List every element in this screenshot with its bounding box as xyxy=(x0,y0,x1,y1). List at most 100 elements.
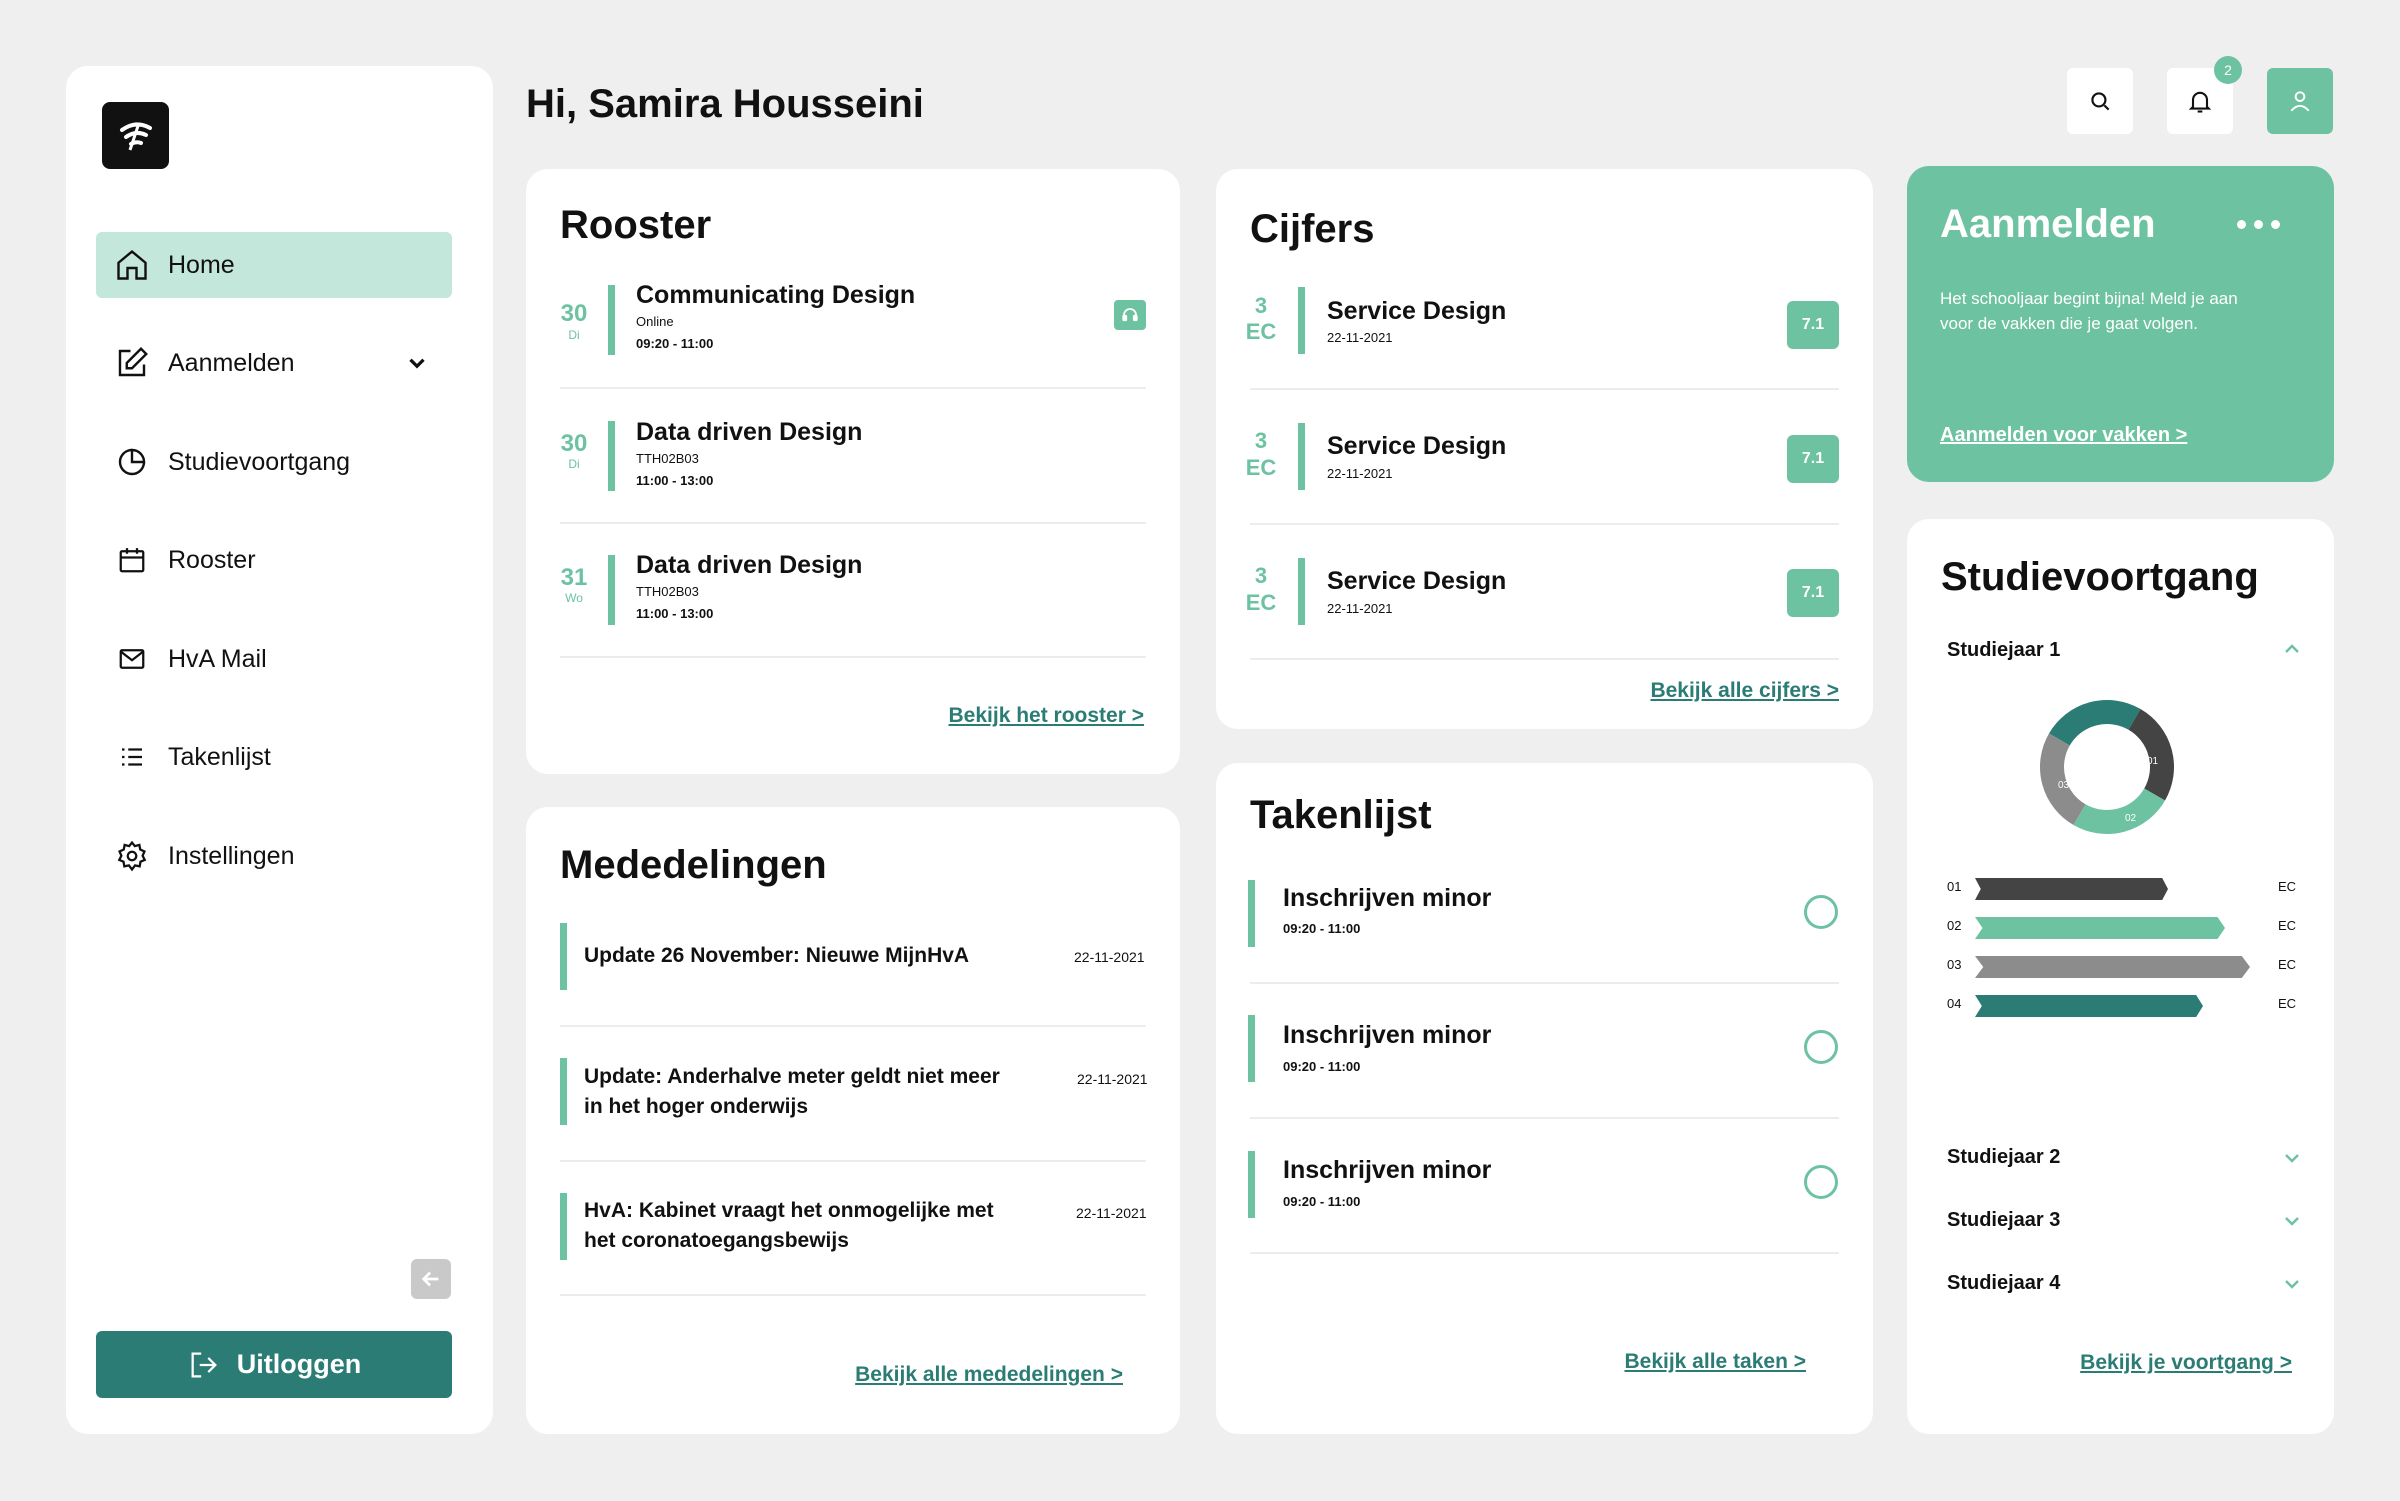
event-accent-bar xyxy=(608,421,615,491)
event-accent-bar xyxy=(608,285,615,355)
rooster-title: Rooster xyxy=(560,203,712,247)
event-title[interactable]: Data driven Design xyxy=(636,418,862,447)
event-weekday: Wo xyxy=(565,591,583,605)
donut-label: 03 xyxy=(2058,780,2070,791)
event-title[interactable]: Communicating Design xyxy=(636,281,915,310)
studiejaar-2-header[interactable]: Studiejaar 2 xyxy=(1947,1146,2060,1169)
grade-badge: 7.1 xyxy=(1787,435,1839,483)
collapse-sidebar-button[interactable] xyxy=(411,1259,451,1299)
view-rooster-link[interactable]: Bekijk het rooster > xyxy=(949,704,1145,728)
task-checkbox[interactable] xyxy=(1804,1030,1838,1064)
event-title[interactable]: Data driven Design xyxy=(636,551,862,580)
view-news-link[interactable]: Bekijk alle mededelingen > xyxy=(855,1363,1123,1387)
task-checkbox[interactable] xyxy=(1804,1165,1838,1199)
divider xyxy=(560,1025,1146,1027)
sidebar-item-takenlijst[interactable]: Takenlijst xyxy=(96,724,452,790)
grade-date: 22-11-2021 xyxy=(1327,330,1393,345)
sidebar-item-label: Instellingen xyxy=(168,841,295,870)
sidebar-item-home[interactable]: Home xyxy=(96,232,452,298)
studiejaar-4-header[interactable]: Studiejaar 4 xyxy=(1947,1272,2060,1295)
grade-course[interactable]: Service Design xyxy=(1327,432,1506,461)
chevron-down-icon[interactable] xyxy=(2280,1272,2304,1301)
event-accent-bar xyxy=(608,555,615,625)
divider xyxy=(560,1294,1146,1296)
event-day: 30 xyxy=(560,430,588,457)
divider xyxy=(560,387,1146,389)
divider xyxy=(560,656,1146,658)
grade-ec: 3 xyxy=(1254,428,1268,453)
more-options-icon[interactable] xyxy=(2237,220,2280,229)
grade-badge: 7.1 xyxy=(1787,301,1839,349)
bell-icon xyxy=(2188,91,2212,113)
studiejaar-1-header[interactable]: Studiejaar 1 xyxy=(1947,639,2060,662)
event-time: 09:20 - 11:00 xyxy=(636,336,714,351)
online-meeting-button[interactable] xyxy=(1114,300,1146,330)
task-accent-bar xyxy=(1248,1015,1255,1082)
logout-button[interactable]: Uitloggen xyxy=(96,1331,452,1398)
news-title[interactable]: Update 26 November: Nieuwe MijnHvA xyxy=(584,941,1004,971)
grade-accent-bar xyxy=(1298,558,1305,625)
sidebar-item-rooster[interactable]: Rooster xyxy=(96,527,452,593)
chevron-down-icon[interactable] xyxy=(2280,1209,2304,1238)
headset-icon xyxy=(1122,308,1138,322)
sidebar-item-aanmelden[interactable]: Aanmelden xyxy=(96,330,452,396)
cijfers-title: Cijfers xyxy=(1250,207,1375,251)
event-day: 31 xyxy=(560,564,588,591)
news-date: 22-11-2021 xyxy=(1077,1071,1148,1087)
divider xyxy=(1250,658,1839,660)
divider xyxy=(1250,1252,1839,1254)
logout-label: Uitloggen xyxy=(236,1349,362,1379)
sidebar-item-label: Aanmelden xyxy=(168,348,295,377)
grade-course[interactable]: Service Design xyxy=(1327,297,1506,326)
sidebar: Home Aanmelden Studievoortgang Rooster H… xyxy=(66,66,493,1434)
donut-label: 02 xyxy=(2125,813,2137,824)
progress-donut: 04 01 02 03 xyxy=(2040,700,2174,834)
grade-accent-bar xyxy=(1298,423,1305,490)
task-title[interactable]: Inschrijven minor xyxy=(1283,1156,1491,1185)
grade-ec: 3 xyxy=(1254,563,1268,588)
grade-accent-bar xyxy=(1298,287,1305,354)
chevron-up-icon[interactable] xyxy=(2280,637,2304,666)
task-checkbox[interactable] xyxy=(1804,895,1838,929)
divider xyxy=(1250,1117,1839,1119)
grade-course[interactable]: Service Design xyxy=(1327,567,1506,596)
profile-button[interactable] xyxy=(2267,68,2333,134)
view-tasks-link[interactable]: Bekijk alle taken > xyxy=(1624,1350,1806,1374)
mededelingen-card: Mededelingen Update 26 November: Nieuwe … xyxy=(526,807,1180,1434)
divider xyxy=(1250,523,1839,525)
calendar-icon xyxy=(114,542,150,578)
progress-bar-label: 01 xyxy=(1947,879,1962,894)
list-icon xyxy=(114,739,150,775)
task-title[interactable]: Inschrijven minor xyxy=(1283,884,1491,913)
studievoortgang-title: Studievoortgang xyxy=(1941,555,2259,599)
task-time: 09:20 - 11:00 xyxy=(1283,1059,1361,1074)
progress-bar-label: 03 xyxy=(1947,957,1962,972)
studiejaar-3-header[interactable]: Studiejaar 3 xyxy=(1947,1209,2060,1232)
divider xyxy=(560,522,1146,524)
news-date: 22-11-2021 xyxy=(1076,1205,1147,1221)
aanmelden-link[interactable]: Aanmelden voor vakken > xyxy=(1940,424,2187,447)
view-grades-link[interactable]: Bekijk alle cijfers > xyxy=(1650,679,1839,703)
sidebar-item-label: Studievoortgang xyxy=(168,447,351,476)
divider xyxy=(560,1160,1146,1162)
sidebar-item-label: Home xyxy=(168,250,235,279)
app-logo[interactable] xyxy=(102,102,169,169)
event-location: Online xyxy=(636,314,674,329)
rooster-card: Rooster 30 Di Communicating Design Onlin… xyxy=(526,169,1180,774)
progress-bar-unit: EC xyxy=(2278,879,2297,894)
news-title[interactable]: Update: Anderhalve meter geldt niet meer… xyxy=(584,1062,1004,1122)
sidebar-item-instellingen[interactable]: Instellingen xyxy=(96,823,452,889)
sidebar-item-studievoortgang[interactable]: Studievoortgang xyxy=(96,429,452,495)
edit-icon xyxy=(114,345,150,381)
chevron-down-icon[interactable] xyxy=(2280,1146,2304,1175)
sidebar-item-hva-mail[interactable]: HvA Mail xyxy=(96,626,452,692)
divider xyxy=(1250,982,1839,984)
cijfers-card: Cijfers 3 EC Service Design 22-11-2021 7… xyxy=(1216,169,1873,729)
search-button[interactable] xyxy=(2067,68,2133,134)
chevron-down-icon[interactable] xyxy=(404,350,430,383)
news-title[interactable]: HvA: Kabinet vraagt het onmogelijke met … xyxy=(584,1196,1024,1256)
grade-ec-label: EC xyxy=(1245,455,1277,480)
view-progress-link[interactable]: Bekijk je voortgang > xyxy=(2080,1351,2292,1375)
notification-badge: 2 xyxy=(2214,56,2242,84)
task-title[interactable]: Inschrijven minor xyxy=(1283,1021,1491,1050)
